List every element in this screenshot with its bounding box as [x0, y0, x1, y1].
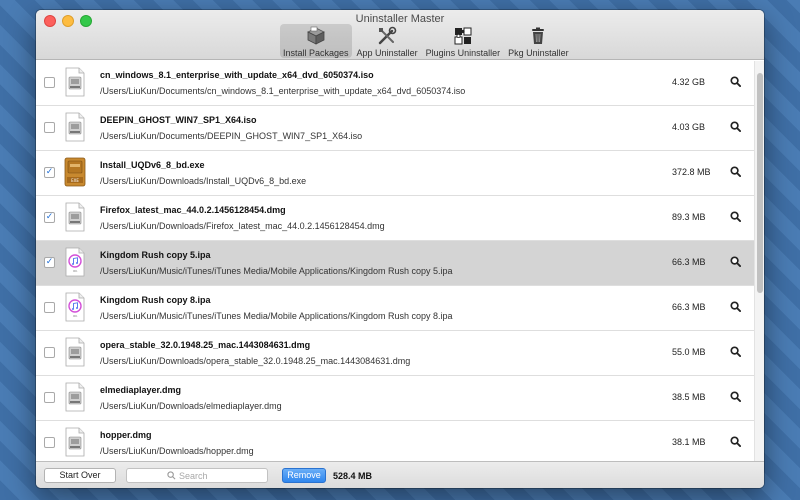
reveal-in-finder-icon[interactable]: [730, 211, 741, 222]
file-path: /Users/LiuKun/Documents/DEEPIN_GHOST_WIN…: [100, 131, 363, 141]
tools-icon: [378, 26, 397, 45]
tab-install-packages[interactable]: Install Packages: [280, 24, 352, 58]
reveal-in-finder-icon[interactable]: [730, 436, 741, 447]
search-input[interactable]: [179, 470, 227, 481]
file-path: /Users/LiuKun/Downloads/Firefox_latest_m…: [100, 221, 385, 231]
file-name: elmediaplayer.dmg: [100, 385, 182, 395]
bottom-bar: Start Over Remove 528.4 MB: [36, 461, 764, 488]
file-checkbox[interactable]: [44, 302, 55, 313]
tab-label: Pkg Uninstaller: [508, 48, 569, 58]
title-bar: Uninstaller Master Install Packages App …: [36, 10, 764, 60]
file-name: DEEPIN_GHOST_WIN7_SP1_X64.iso: [100, 115, 257, 125]
tab-label: Install Packages: [283, 48, 349, 58]
disk-image-icon: [65, 112, 85, 142]
file-path: /Users/LiuKun/Downloads/Install_UQDv6_8_…: [100, 176, 307, 186]
file-checkbox[interactable]: [44, 77, 55, 88]
file-path: /Users/LiuKun/Downloads/opera_stable_32.…: [100, 356, 411, 366]
reveal-in-finder-icon[interactable]: [730, 391, 741, 402]
file-row[interactable]: opera_stable_32.0.1948.25_mac.1443084631…: [36, 331, 754, 376]
file-path: /Users/LiuKun/Documents/cn_windows_8.1_e…: [100, 86, 466, 96]
puzzle-icon: [454, 27, 472, 45]
scrollbar[interactable]: [754, 61, 764, 461]
file-size: 38.5 MB: [672, 392, 706, 402]
file-checkbox[interactable]: [44, 392, 55, 403]
tab-label: App Uninstaller: [356, 48, 418, 58]
tab-app-uninstaller[interactable]: App Uninstaller: [354, 24, 421, 58]
file-checkbox[interactable]: ✓: [44, 257, 55, 268]
file-checkbox[interactable]: [44, 347, 55, 358]
tab-pkg-uninstaller[interactable]: Pkg Uninstaller: [505, 24, 572, 58]
scrollbar-thumb[interactable]: [757, 73, 763, 293]
file-size: 38.1 MB: [672, 437, 706, 447]
toolbar: Install Packages App Uninstaller Plugins…: [280, 24, 572, 58]
file-size: 4.03 GB: [672, 122, 706, 132]
search-field[interactable]: [126, 468, 268, 483]
ipa-icon: IPA: [65, 247, 85, 277]
file-size: 66.3 MB: [672, 302, 706, 312]
total-size: 528.4 MB: [333, 471, 373, 481]
file-checkbox[interactable]: [44, 122, 55, 133]
file-name: Firefox_latest_mac_44.0.2.1456128454.dmg: [100, 205, 286, 215]
file-path: /Users/LiuKun/Music/iTunes/iTunes Media/…: [100, 266, 453, 276]
file-name: Kingdom Rush copy 8.ipa: [100, 295, 211, 305]
file-path: /Users/LiuKun/Downloads/hopper.dmg: [100, 446, 254, 456]
reveal-in-finder-icon[interactable]: [730, 256, 741, 267]
file-row[interactable]: IPA Kingdom Rush copy 8.ipa/Users/LiuKun/…: [36, 286, 754, 331]
file-size: 89.3 MB: [672, 212, 706, 222]
reveal-in-finder-icon[interactable]: [730, 76, 741, 87]
reveal-in-finder-icon[interactable]: [730, 121, 741, 132]
reveal-in-finder-icon[interactable]: [730, 346, 741, 357]
file-row[interactable]: ✓ Firefox_latest_mac_44.0.2.1456128454.dm…: [36, 196, 754, 241]
file-row[interactable]: elmediaplayer.dmg/Users/LiuKun/Downloads…: [36, 376, 754, 421]
box-icon: [306, 26, 325, 45]
file-row[interactable]: hopper.dmg/Users/LiuKun/Downloads/hopper…: [36, 421, 754, 461]
search-icon: [167, 471, 176, 480]
file-row[interactable]: DEEPIN_GHOST_WIN7_SP1_X64.iso/Users/LiuK…: [36, 106, 754, 151]
remove-button[interactable]: Remove: [282, 468, 326, 483]
app-window: Uninstaller Master Install Packages App …: [36, 10, 764, 488]
reveal-in-finder-icon[interactable]: [730, 301, 741, 312]
file-row[interactable]: cn_windows_8.1_enterprise_with_update_x6…: [36, 61, 754, 106]
file-size: 55.0 MB: [672, 347, 706, 357]
file-name: opera_stable_32.0.1948.25_mac.1443084631…: [100, 340, 311, 350]
disk-image-icon: [65, 337, 85, 367]
trash-icon: [532, 27, 545, 44]
file-name: hopper.dmg: [100, 430, 152, 440]
file-size: 4.32 GB: [672, 77, 706, 87]
file-size: 66.3 MB: [672, 257, 706, 267]
ipa-icon: IPA: [65, 292, 85, 322]
exe-icon: EXE: [64, 157, 86, 187]
reveal-in-finder-icon[interactable]: [730, 166, 741, 177]
file-size: 372.8 MB: [672, 167, 711, 177]
disk-image-icon: [65, 67, 85, 97]
svg-text:EXE: EXE: [71, 178, 79, 183]
file-path: /Users/LiuKun/Downloads/elmediaplayer.dm…: [100, 401, 282, 411]
disk-image-icon: [65, 202, 85, 232]
file-checkbox[interactable]: ✓: [44, 212, 55, 223]
disk-image-icon: [65, 382, 85, 412]
file-list: cn_windows_8.1_enterprise_with_update_x6…: [36, 61, 754, 461]
start-over-button[interactable]: Start Over: [44, 468, 116, 483]
file-path: /Users/LiuKun/Music/iTunes/iTunes Media/…: [100, 311, 453, 321]
file-row[interactable]: ✓ IPA Kingdom Rush copy 5.ipa/Users/LiuKun…: [36, 241, 754, 286]
disk-image-icon: [65, 427, 85, 457]
file-name: cn_windows_8.1_enterprise_with_update_x6…: [100, 70, 374, 80]
file-row[interactable]: ✓ EXE Install_UQDv6_8_bd.exe/Users/LiuKun/…: [36, 151, 754, 196]
tab-plugins-uninstaller[interactable]: Plugins Uninstaller: [423, 24, 504, 58]
file-name: Kingdom Rush copy 5.ipa: [100, 250, 211, 260]
file-checkbox[interactable]: [44, 437, 55, 448]
tab-label: Plugins Uninstaller: [425, 48, 501, 58]
file-name: Install_UQDv6_8_bd.exe: [100, 160, 205, 170]
file-checkbox[interactable]: ✓: [44, 167, 55, 178]
